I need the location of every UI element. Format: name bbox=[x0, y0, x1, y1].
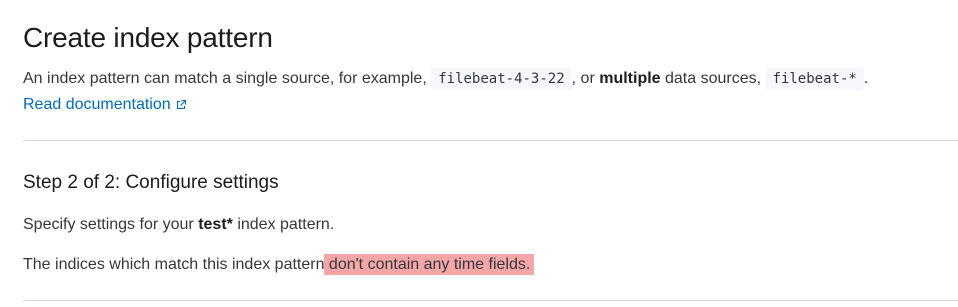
example-single-source: filebeat-4-3-22 bbox=[431, 68, 572, 90]
no-time-fields-message: The indices which match this index patte… bbox=[23, 253, 535, 277]
indices-text-highlight: don't contain any time fields. bbox=[324, 254, 535, 275]
specify-text-part1: Specify settings for your bbox=[23, 216, 199, 233]
external-link-icon bbox=[176, 99, 186, 109]
specify-settings-text: Specify settings for your test* index pa… bbox=[23, 213, 334, 237]
page-title: Create index pattern bbox=[23, 22, 273, 53]
indices-text-plain: The indices which match this index patte… bbox=[23, 256, 325, 273]
header-divider bbox=[23, 140, 958, 141]
footer-divider bbox=[23, 300, 958, 301]
intro-text-part2: , or bbox=[571, 70, 600, 87]
intro-bold-multiple: multiple bbox=[599, 70, 661, 87]
index-pattern-name: test* bbox=[198, 216, 233, 233]
intro-text-end: . bbox=[863, 70, 869, 87]
intro-text-part1: An index pattern can match a single sour… bbox=[23, 70, 432, 87]
read-documentation-label: Read documentation bbox=[23, 96, 171, 113]
read-documentation-link[interactable]: Read documentation bbox=[23, 93, 187, 117]
step-title: Step 2 of 2: Configure settings bbox=[23, 172, 279, 193]
intro-text: An index pattern can match a single sour… bbox=[23, 66, 868, 92]
intro-text-part3: data sources, bbox=[660, 70, 766, 87]
example-multiple-sources: filebeat-* bbox=[765, 68, 864, 90]
specify-text-part2: index pattern. bbox=[232, 216, 335, 233]
